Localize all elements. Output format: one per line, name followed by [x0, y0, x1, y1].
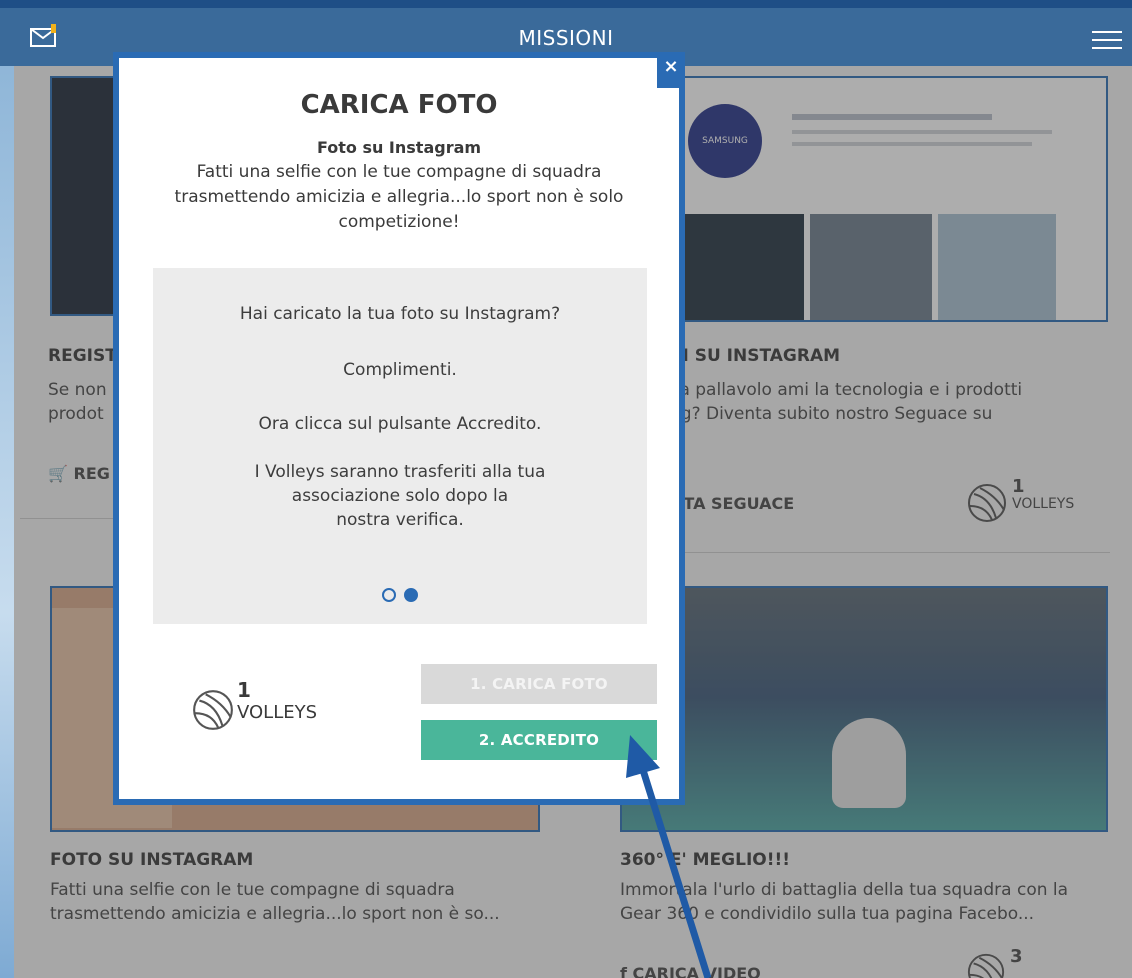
credit-button[interactable]: 2. ACCREDITO	[421, 720, 657, 760]
page-title: MISSIONI	[518, 26, 614, 50]
volleys-number: 1	[237, 678, 251, 702]
hamburger-icon[interactable]	[1090, 28, 1124, 52]
panel-text: nostra verifica.	[336, 510, 464, 530]
modal-title: CARICA FOTO	[300, 90, 498, 120]
carousel-dot-active[interactable]	[404, 588, 418, 602]
modal-description: Fatti una selfie con le tue compagne di …	[174, 162, 624, 232]
panel-text: I Volleys saranno trasferiti alla tua	[254, 462, 546, 482]
volleyball-icon	[193, 690, 233, 730]
upload-photo-modal: × CARICA FOTO Foto su Instagram Fatti un…	[113, 52, 685, 805]
volleys-label: VOLLEYS	[237, 702, 318, 723]
upload-photo-button[interactable]: 1. CARICA FOTO	[421, 664, 657, 704]
panel-text: associazione solo dopo la	[291, 486, 509, 506]
left-edge-decoration	[0, 66, 14, 978]
carousel-dots	[153, 588, 647, 602]
modal-subtitle: Foto su Instagram	[316, 138, 482, 157]
panel-text: Ora clicca sul pulsante Accredito.	[258, 414, 542, 434]
carousel-dot[interactable]	[382, 588, 396, 602]
modal-volleys-count: 1 VOLLEYS	[191, 676, 317, 732]
panel-text: Complimenti.	[343, 360, 457, 380]
close-button[interactable]: ×	[657, 52, 685, 88]
panel-text: Hai caricato la tua foto su Instagram?	[239, 304, 561, 324]
info-panel: Hai caricato la tua foto su Instagram? C…	[153, 268, 647, 624]
